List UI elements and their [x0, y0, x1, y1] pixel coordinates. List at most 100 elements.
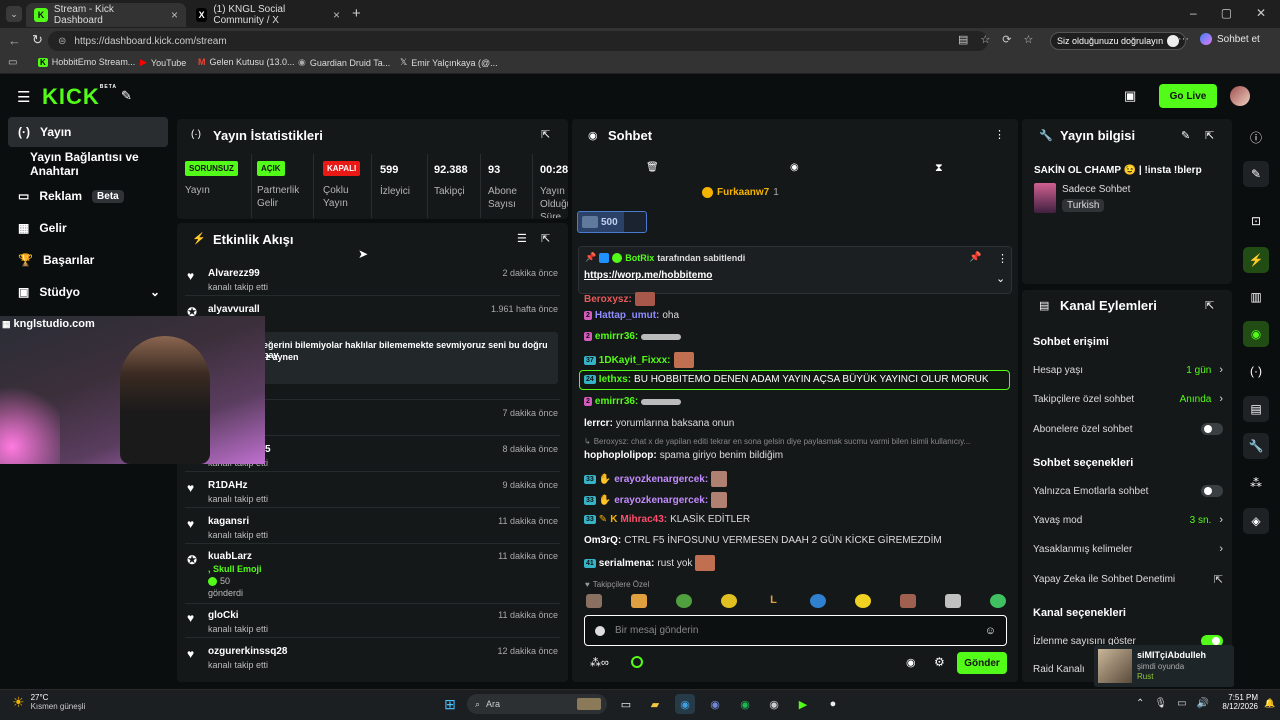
bookmark-hobbitemo[interactable]: K HobbitEmo Stream... [38, 57, 135, 67]
chat-user[interactable]: serialmena: [599, 558, 655, 569]
chat-rail-icon[interactable]: ◉ [1243, 321, 1269, 347]
emote-icon[interactable]: L [766, 594, 782, 608]
discord-icon[interactable]: ◉ [705, 694, 725, 714]
steam-icon[interactable]: ◉ [764, 694, 784, 714]
edit-rail-icon[interactable]: ✎ [1243, 161, 1269, 187]
popout-icon[interactable]: ⇱ [541, 128, 550, 141]
chat-user[interactable]: lerrcr: [584, 418, 613, 429]
followers-chat-row[interactable]: Takipçilere özel sohbet Anında › [1033, 393, 1223, 405]
list-item[interactable]: ♥ ozgurerkinssq28 kanalı takip etti 12 d… [185, 642, 560, 674]
banned-words-row[interactable]: Yasaklanmış kelimeler › [1033, 543, 1223, 555]
bookmark-gmail[interactable]: M Gelen Kutusu (13.0... [198, 57, 295, 67]
volume-icon[interactable]: 🔊 [1197, 698, 1209, 709]
close-tab-icon[interactable]: × [333, 8, 340, 22]
more-icon[interactable]: ··· [1178, 33, 1189, 45]
obs-icon[interactable]: ● [823, 694, 843, 714]
chat-user[interactable]: emirrr36: [595, 396, 638, 407]
chat-settings-bubble-icon[interactable]: ◉ [906, 656, 916, 669]
ai-moderation-row[interactable]: Yapay Zeka ile Sohbet Denetimi ⇱ [1033, 573, 1223, 586]
edit-icon[interactable]: ✎ [1181, 129, 1190, 142]
notes-icon[interactable]: ▥ [1243, 284, 1269, 310]
refresh-icon[interactable]: ↻ [32, 32, 43, 48]
favorite-star-icon[interactable]: ☆ [980, 33, 990, 46]
emote-icon[interactable] [720, 594, 737, 608]
chat-input[interactable]: Bir mesaj gönderin ☺ [584, 615, 1007, 646]
mic-icon[interactable]: 🎙 [1154, 698, 1167, 709]
subs-chat-toggle[interactable] [1201, 423, 1223, 435]
sidebar-item-basarilar[interactable]: 🏆 Başarılar [8, 245, 168, 275]
file-explorer-icon[interactable]: ▰ [645, 694, 665, 714]
sidebar-item-reklam[interactable]: ▭ Reklam Beta [8, 181, 168, 211]
chat-user[interactable]: Mihrac43: [620, 514, 667, 525]
kick-logo[interactable]: KICKBETA [42, 84, 117, 110]
emote-icon[interactable] [810, 594, 827, 608]
minimize-icon[interactable]: – [1190, 6, 1197, 20]
emote-icon[interactable] [989, 594, 1006, 608]
edge-icon[interactable]: ◉ [675, 694, 695, 714]
clock[interactable]: 7:51 PM 8/12/2026 [1222, 693, 1258, 711]
url-field[interactable]: ⊜ https://dashboard.kick.com/stream [48, 31, 988, 51]
emote-icon[interactable] [586, 594, 602, 608]
account-age-row[interactable]: Hesap yaşı 1 gün › [1033, 364, 1223, 376]
broadcast-rail-icon[interactable]: (·) [1243, 358, 1269, 384]
pinned-link[interactable]: https://worp.me/hobbitemo [584, 270, 712, 281]
list-item[interactable]: ♥ R1DAHz kanalı takip etti 9 dakika önce [185, 476, 560, 508]
game-notification[interactable]: siMITçiAbdulleh şimdi oyunda Rust [1094, 645, 1234, 687]
app-icon[interactable]: ▶ [793, 694, 813, 714]
wrench-rail-icon[interactable]: 🔧 [1243, 433, 1269, 459]
site-info-icon[interactable]: ⊜ [58, 36, 66, 47]
popout-icon[interactable]: ⇱ [1205, 129, 1214, 142]
bookmark-youtube[interactable]: ▶ YouTube [140, 57, 186, 68]
filter-icon[interactable]: ☰ [517, 232, 527, 245]
task-view-icon[interactable]: ▭ [616, 694, 636, 714]
list-item[interactable]: ♥ Alvarezz99 kanalı takip etti 2 dakika … [185, 264, 560, 296]
chat-user[interactable]: Iethxs: [599, 374, 631, 385]
emote-icon[interactable] [630, 594, 647, 608]
trash-icon[interactable]: 🗑 [646, 162, 659, 173]
chevron-up-icon[interactable]: ⌃ [1136, 698, 1144, 709]
chat-user[interactable]: erayozkenargercek: [614, 474, 708, 485]
chat-user[interactable]: erayozkenargercek: [614, 495, 708, 506]
maximize-icon[interactable]: ▢ [1221, 6, 1232, 20]
kick-points-icon[interactable] [631, 656, 643, 668]
taskbar-search[interactable]: ⌕ Ara [467, 694, 607, 714]
category-name[interactable]: Sadece Sohbet [1062, 184, 1130, 195]
send-button[interactable]: Gönder [957, 652, 1007, 674]
browser-tab-kick[interactable]: K Stream - Kick Dashboard × [26, 3, 186, 27]
list-item[interactable]: ✪ kuabLarz , Skull Emoji 50 gönderdi 11 … [185, 548, 560, 604]
share-rail-icon[interactable]: ⁂ [1243, 470, 1269, 496]
emote-only-toggle[interactable] [1201, 485, 1223, 497]
chat-user[interactable]: hophoplolipop: [584, 450, 657, 461]
weather-widget[interactable]: ☀ 27°C Kısmen güneşli [12, 693, 85, 711]
reading-list-icon[interactable]: ▭ [8, 57, 17, 68]
notification-bell-icon[interactable]: 🔔 [1264, 698, 1275, 709]
list-item[interactable]: ♥ gloCki kanalı takip etti 11 dakika önc… [185, 606, 560, 638]
verify-pill[interactable]: Siz olduğunuzu doğrulayın [1050, 32, 1187, 50]
avatar[interactable] [1230, 86, 1250, 106]
back-icon[interactable]: ← [8, 33, 21, 48]
popout-icon[interactable]: ⇱ [541, 232, 550, 245]
emote-icon[interactable] [945, 594, 961, 608]
chat-user[interactable]: Om3rQ: [584, 535, 621, 546]
hamburger-menu-icon[interactable]: ☰ [17, 88, 30, 106]
pinned-menu-icon[interactable]: ⋮ [997, 252, 1008, 265]
windows-start-icon[interactable]: ⊞ [440, 694, 460, 714]
chat-user[interactable]: 1DKayit_Fixxx: [599, 355, 671, 366]
pin-icon[interactable]: ✎ [121, 88, 132, 104]
browser-tab-x[interactable]: X (1) KNGL Social Community / X × [188, 3, 348, 27]
extensions-rail-icon[interactable]: ◈ [1243, 508, 1269, 534]
bookmark-guardian[interactable]: ◉ Guardian Druid Ta... [298, 57, 390, 68]
close-tab-icon[interactable]: × [171, 8, 178, 22]
settings-gear-icon[interactable]: ⚙ [934, 655, 945, 669]
go-live-button[interactable]: Go Live [1159, 84, 1217, 108]
points-icon[interactable]: ⁂∞ [590, 656, 609, 669]
tab-list-icon[interactable]: ⌄ [6, 6, 22, 22]
unpin-icon[interactable]: 📌 [969, 252, 981, 263]
sidebar-item-yayin[interactable]: (·) Yayın [8, 117, 168, 147]
emote-icon[interactable] [675, 594, 692, 608]
emote-icon[interactable] [900, 594, 917, 608]
slow-mode-row[interactable]: Yavaş mod 3 sn. › [1033, 514, 1223, 526]
network-icon[interactable]: ▭ [1177, 698, 1186, 709]
sidebar-item-gelir[interactable]: ▦ Gelir [8, 213, 168, 243]
quick-actions-icon[interactable]: ⚡ [1243, 247, 1269, 273]
